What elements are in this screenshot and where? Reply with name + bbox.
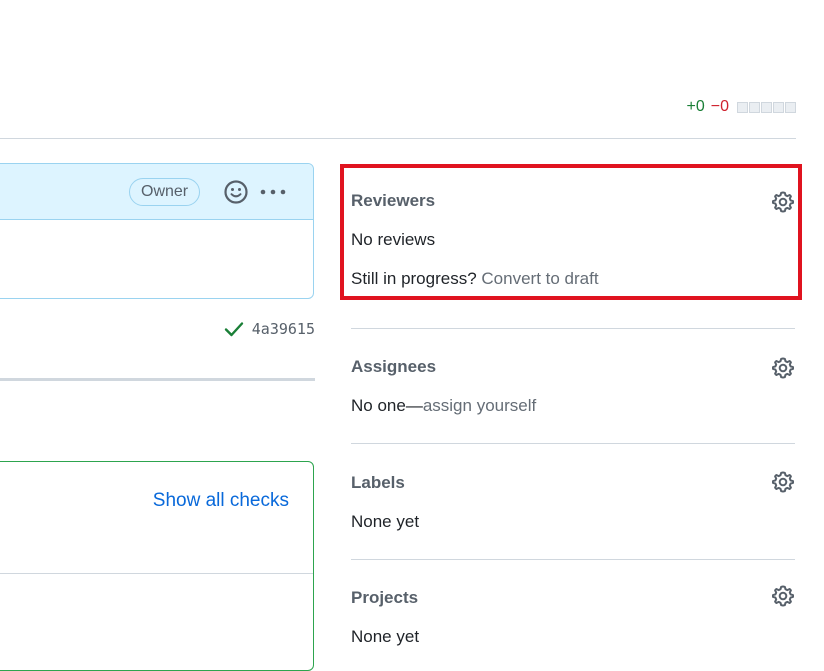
- show-all-checks-link[interactable]: Show all checks: [153, 490, 289, 512]
- gear-icon[interactable]: [771, 356, 795, 380]
- assignees-none: No one—: [351, 396, 423, 415]
- checks-box: Show all checks: [0, 461, 314, 671]
- diff-block: [773, 101, 784, 113]
- gear-icon[interactable]: [771, 470, 795, 494]
- checks-divider: [0, 573, 313, 574]
- diff-block: [761, 101, 772, 113]
- commit-sha[interactable]: 4a39615: [252, 320, 315, 338]
- sidebar-divider: [351, 443, 795, 444]
- diff-block: [785, 101, 796, 113]
- additions-count: +0: [686, 98, 705, 115]
- deletions-count: −0: [710, 98, 729, 115]
- diff-blocks: [737, 101, 796, 113]
- owner-badge: Owner: [129, 178, 201, 206]
- projects-title[interactable]: Projects: [351, 588, 418, 608]
- assignees-title[interactable]: Assignees: [351, 357, 436, 377]
- labels-title[interactable]: Labels: [351, 473, 405, 493]
- labels-value: None yet: [351, 512, 420, 531]
- header-divider: [0, 138, 796, 139]
- reviewers-highlight: [340, 164, 802, 300]
- sidebar-divider: [351, 559, 795, 560]
- projects-value: None yet: [351, 627, 420, 646]
- comment-card: Owner: [0, 163, 314, 299]
- diff-block: [749, 101, 760, 113]
- gear-icon[interactable]: [771, 584, 795, 608]
- kebab-menu-icon[interactable]: [259, 182, 287, 202]
- comment-header: Owner: [0, 164, 313, 220]
- diff-block: [737, 101, 748, 113]
- check-icon: [224, 322, 243, 337]
- assignees-value: No one—assign yourself: [351, 396, 536, 416]
- commit-line: 4a39615: [224, 320, 315, 338]
- timeline-divider: [0, 378, 315, 381]
- sidebar-divider: [351, 328, 795, 329]
- smiley-icon[interactable]: [223, 179, 249, 205]
- assign-yourself-link[interactable]: assign yourself: [423, 396, 536, 415]
- diff-stat: +0 −0: [686, 98, 796, 116]
